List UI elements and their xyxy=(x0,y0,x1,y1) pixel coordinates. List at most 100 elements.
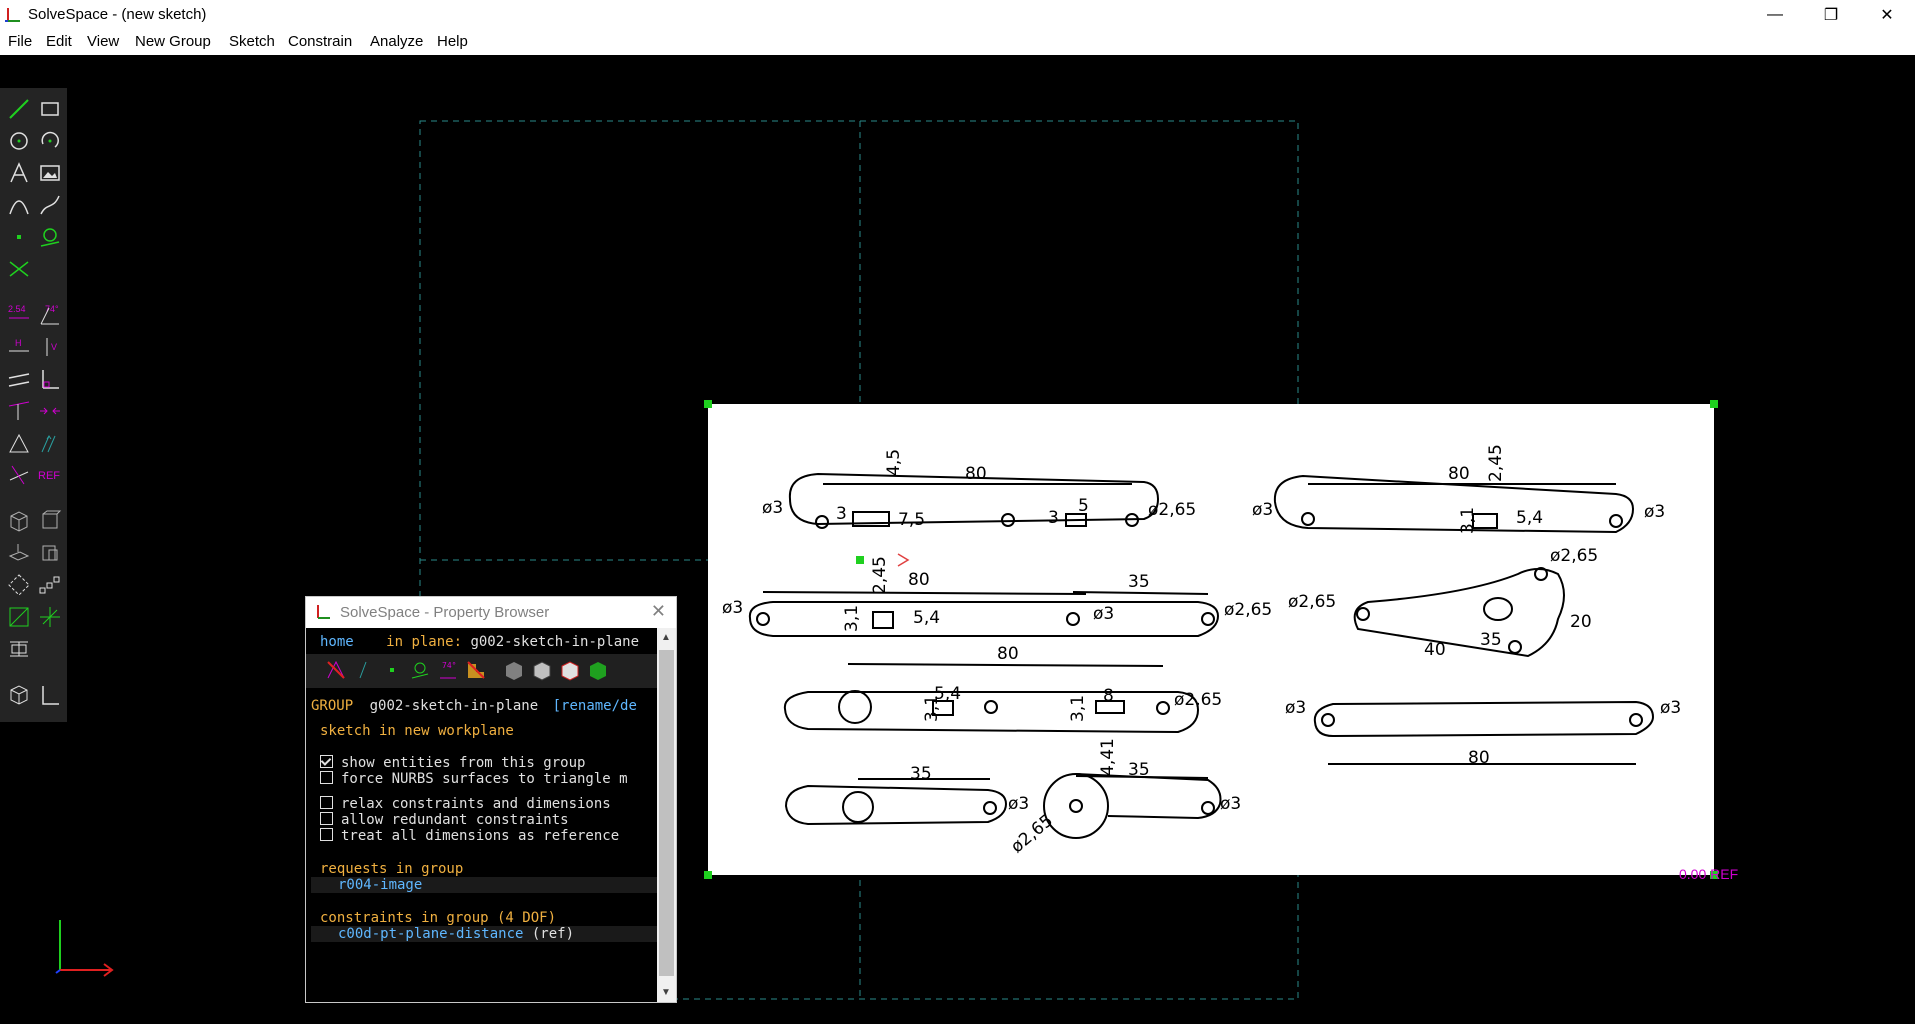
scroll-down-icon[interactable]: ▼ xyxy=(661,987,671,998)
checkbox[interactable] xyxy=(320,796,333,809)
option-show-entities[interactable]: show entities from this group xyxy=(320,755,585,771)
reference-dimension[interactable]: 0.00 REF xyxy=(1679,866,1738,882)
property-browser-title: SolveSpace - Property Browser xyxy=(340,604,550,621)
sketch-in-workplane-icon[interactable] xyxy=(37,604,63,630)
dim-label: ø3 xyxy=(1285,698,1307,718)
checkbox[interactable] xyxy=(320,828,333,841)
dim-label: ø2,65 xyxy=(1288,592,1337,612)
scrollbar-thumb[interactable] xyxy=(659,650,674,976)
dim-label: 35 xyxy=(1480,630,1502,650)
property-browser-content: home in plane: g002-sketch-in-plane 74° … xyxy=(306,628,657,1002)
midpoint-constraint-icon[interactable] xyxy=(37,398,63,424)
perpendicular-constraint-icon[interactable] xyxy=(37,366,63,392)
lathe-icon[interactable] xyxy=(37,540,63,566)
assembly-icon[interactable] xyxy=(6,682,32,708)
option-treat-as-reference[interactable]: treat all dimensions as reference xyxy=(320,828,619,844)
requests-header: requests in group xyxy=(320,861,464,877)
hide-constraints-icon[interactable] xyxy=(324,658,348,682)
distance-dimension-icon[interactable]: 2.54 xyxy=(6,302,32,328)
link-import-icon[interactable] xyxy=(6,636,32,662)
trim-tool-icon[interactable] xyxy=(6,256,32,282)
minimize-button[interactable]: — xyxy=(1747,0,1803,30)
in-plane-value: g002-sketch-in-plane xyxy=(470,634,640,650)
text-tool-icon[interactable] xyxy=(6,160,32,186)
checkbox[interactable] xyxy=(320,771,333,784)
property-browser: SolveSpace - Property Browser ✕ home in … xyxy=(305,596,677,1003)
menu-sketch[interactable]: Sketch xyxy=(229,33,275,50)
constraints-icon[interactable]: 74° xyxy=(436,658,460,682)
svg-text:H: H xyxy=(15,338,22,348)
normals-icon[interactable] xyxy=(352,658,376,682)
menu-constrain[interactable]: Constrain xyxy=(288,33,352,50)
close-button[interactable]: ✕ xyxy=(1859,0,1915,30)
dim-label: 7,5 xyxy=(898,510,926,530)
scroll-up-icon[interactable]: ▲ xyxy=(661,632,671,643)
reference-drawing-lines xyxy=(748,472,1655,839)
workplane-arrow-icon xyxy=(897,553,910,567)
option-allow-redundant[interactable]: allow redundant constraints xyxy=(320,812,569,828)
workplane-origin-point[interactable] xyxy=(856,556,864,564)
extrude-icon[interactable] xyxy=(6,540,32,566)
circle-tool-icon[interactable] xyxy=(6,128,32,154)
menu-analyze[interactable]: Analyze xyxy=(370,33,423,50)
dim-label: 5 xyxy=(1078,496,1089,516)
dim-label: 80 xyxy=(965,464,987,484)
dim-label: 3 xyxy=(836,504,847,524)
reference-image[interactable]: 4,5 80 ø3 3 7,5 5 3 ø2,65 80 2,45 ø3 3,1… xyxy=(708,404,1714,875)
option-force-nurbs[interactable]: force NURBS surfaces to triangle m xyxy=(320,771,628,787)
angle-dimension-icon[interactable]: 74° xyxy=(37,302,63,328)
option-relax-constraints[interactable]: relax constraints and dimensions xyxy=(320,796,611,812)
rename-delete-link[interactable]: [rename/de xyxy=(553,698,637,714)
image-tool-icon[interactable] xyxy=(37,160,63,186)
menu-help[interactable]: Help xyxy=(437,33,468,50)
arc-tool-icon[interactable] xyxy=(37,128,63,154)
construction-icon[interactable] xyxy=(464,658,488,682)
sketch-in-3d-icon[interactable] xyxy=(6,604,32,630)
points-icon[interactable] xyxy=(380,658,404,682)
image-corner-handle[interactable] xyxy=(704,400,712,408)
point-tool-icon[interactable] xyxy=(6,224,32,250)
symmetric-constraint-icon[interactable] xyxy=(6,430,32,456)
vertical-constraint-icon[interactable]: V xyxy=(37,334,63,360)
menu-view[interactable]: View xyxy=(87,33,119,50)
constraint-item[interactable]: c00d-pt-plane-distance (ref) xyxy=(311,926,657,942)
maximize-button[interactable]: ❐ xyxy=(1803,0,1859,30)
workplanes-icon[interactable] xyxy=(408,658,432,682)
property-browser-scrollbar[interactable]: ▲ ▼ xyxy=(657,628,676,1002)
nearest-ortho-view-icon[interactable] xyxy=(37,508,63,534)
home-link[interactable]: home xyxy=(320,634,354,650)
menu-file[interactable]: File xyxy=(8,33,32,50)
dim-label: 35 xyxy=(1128,572,1150,592)
close-icon[interactable]: ✕ xyxy=(651,601,666,622)
edges-icon[interactable] xyxy=(530,658,554,682)
shaded-icon[interactable] xyxy=(502,658,526,682)
ruler-icon[interactable] xyxy=(37,682,63,708)
image-corner-handle[interactable] xyxy=(704,871,712,879)
bezier-tool-icon[interactable] xyxy=(6,192,32,218)
dim-label: 35 xyxy=(910,764,932,784)
line-tool-icon[interactable] xyxy=(6,96,32,122)
mesh-icon[interactable] xyxy=(558,658,582,682)
image-corner-handle[interactable] xyxy=(1710,400,1718,408)
step-translating-icon[interactable] xyxy=(37,572,63,598)
rectangle-tool-icon[interactable] xyxy=(37,96,63,122)
checkbox[interactable] xyxy=(320,812,333,825)
reference-toggle-icon[interactable]: REF xyxy=(37,462,63,488)
property-browser-titlebar[interactable]: SolveSpace - Property Browser ✕ xyxy=(306,597,676,628)
tangent-constraint-icon[interactable] xyxy=(6,398,32,424)
workplane-tool-icon[interactable] xyxy=(37,224,63,250)
menu-new-group[interactable]: New Group xyxy=(135,33,211,50)
same-orientation-icon[interactable] xyxy=(37,430,63,456)
dim-label: ø3 xyxy=(1660,698,1682,718)
horizontal-constraint-icon[interactable]: H xyxy=(6,334,32,360)
other-supplementary-icon[interactable] xyxy=(6,462,32,488)
outlines-icon[interactable] xyxy=(586,658,610,682)
parallel-constraint-icon[interactable] xyxy=(6,366,32,392)
menu-edit[interactable]: Edit xyxy=(46,33,72,50)
spline-tool-icon[interactable] xyxy=(37,192,63,218)
step-rotating-icon[interactable] xyxy=(6,572,32,598)
request-item[interactable]: r004-image xyxy=(311,877,657,893)
in-plane-label: in plane: xyxy=(386,634,463,650)
nearest-iso-view-icon[interactable] xyxy=(6,508,32,534)
checkbox-checked[interactable] xyxy=(320,755,333,768)
